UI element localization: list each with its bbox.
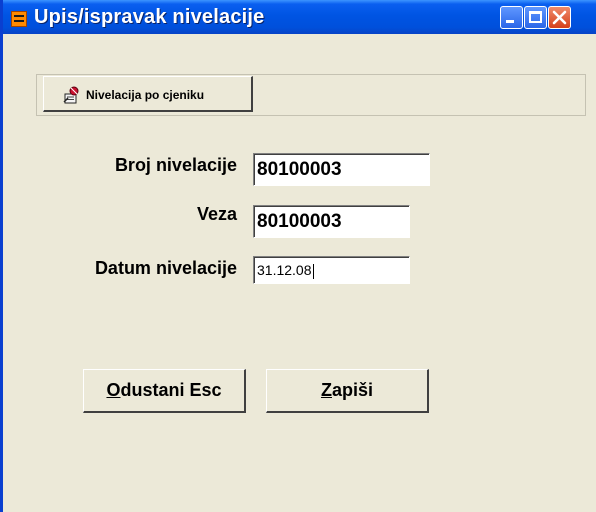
window: Upis/ispravak nivelacije Nivelacija po c…	[0, 0, 596, 512]
minimize-button[interactable]	[500, 6, 523, 29]
datum-nivelacije-label: Datum nivelacije	[94, 258, 237, 278]
odustani-label: dustani Esc	[120, 380, 222, 400]
window-title: Upis/ispravak nivelacije	[34, 6, 265, 28]
veza-label: Veza	[196, 204, 237, 224]
nivelacija-po-cjeniku-button[interactable]: Nivelacija po cjeniku	[43, 76, 253, 112]
price-list-icon	[63, 86, 79, 104]
nivelacija-po-cjeniku-label: Nivelacija po cjeniku	[86, 88, 205, 102]
broj-nivelacije-field[interactable]: 80100003	[253, 153, 430, 186]
datum-nivelacije-value: 31.12.08	[257, 262, 312, 278]
zapisi-label: apiši	[331, 380, 374, 400]
zapisi-mnemonic: Z	[320, 380, 332, 400]
close-icon	[552, 10, 567, 25]
title-bar[interactable]: Upis/ispravak nivelacije	[3, 0, 596, 34]
broj-nivelacije-label: Broj nivelacije	[114, 155, 237, 175]
odustani-mnemonic: O	[106, 380, 121, 400]
veza-field[interactable]: 80100003	[253, 205, 410, 238]
close-button[interactable]	[548, 6, 571, 29]
datum-nivelacije-field[interactable]: 31.12.08	[253, 256, 410, 284]
maximize-icon	[529, 11, 542, 23]
maximize-button[interactable]	[524, 6, 547, 29]
minimize-icon	[506, 20, 514, 23]
text-caret	[312, 263, 314, 279]
app-icon[interactable]	[11, 11, 27, 27]
odustani-button[interactable]: Odustani Esc	[83, 369, 246, 413]
zapisi-button[interactable]: Zapiši	[266, 369, 429, 413]
